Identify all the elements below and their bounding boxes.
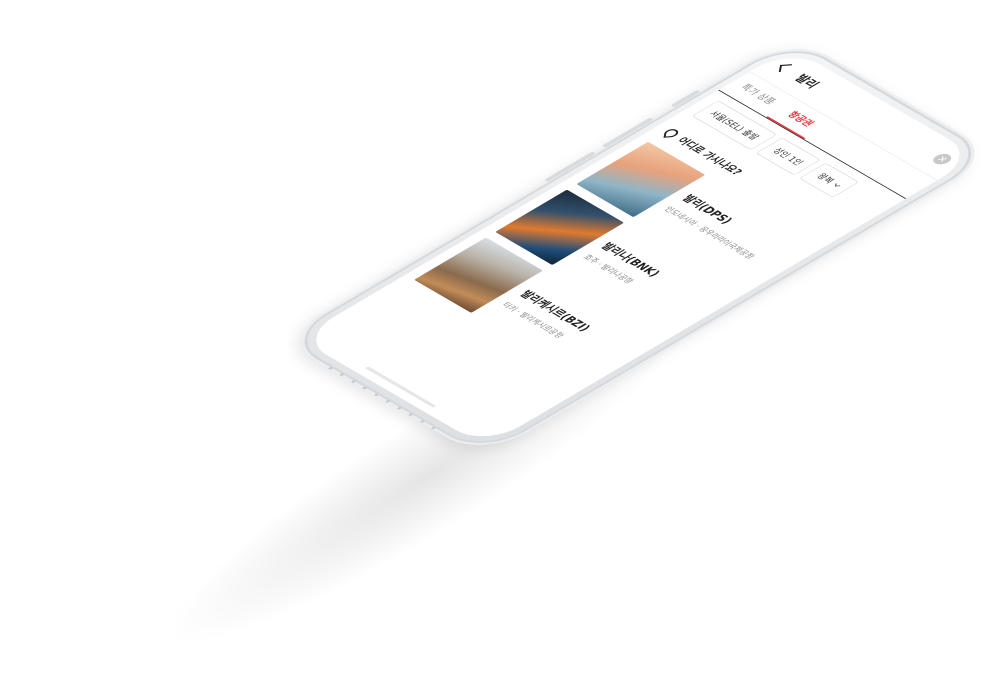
destination-info: 발리(DPS) 인도네시아 · 응우라라이국제공항: [662, 192, 780, 260]
passenger-filter-label: 성인 1인: [770, 146, 806, 168]
trip-type-dropdown[interactable]: 왕복: [799, 162, 859, 198]
origin-filter-label: 서울(SEL) 출발: [706, 109, 762, 142]
chevron-down-icon: [834, 183, 841, 187]
header-title: 발리: [791, 72, 823, 91]
home-indicator: [365, 366, 437, 408]
mockup-stage: 발리 ✕ 특가 상품 항공권 서울(SEL) 출발 성인 1인 왕복 어디로 가…: [0, 0, 1000, 674]
back-arrow-icon[interactable]: [778, 64, 792, 72]
destination-info: 발리케시르(BZI) 터키 · 발리케시르공항: [500, 287, 596, 343]
location-pin-icon: [663, 128, 680, 138]
destination-list: 발리(DPS) 인도네시아 · 응우라라이국제공항 발리나(BNK) 호주 · …: [405, 141, 818, 384]
trip-type-label: 왕복: [813, 171, 837, 186]
clear-icon[interactable]: ✕: [929, 151, 955, 167]
destination-info: 발리나(BNK) 호주 · 발리나공항: [581, 239, 665, 288]
